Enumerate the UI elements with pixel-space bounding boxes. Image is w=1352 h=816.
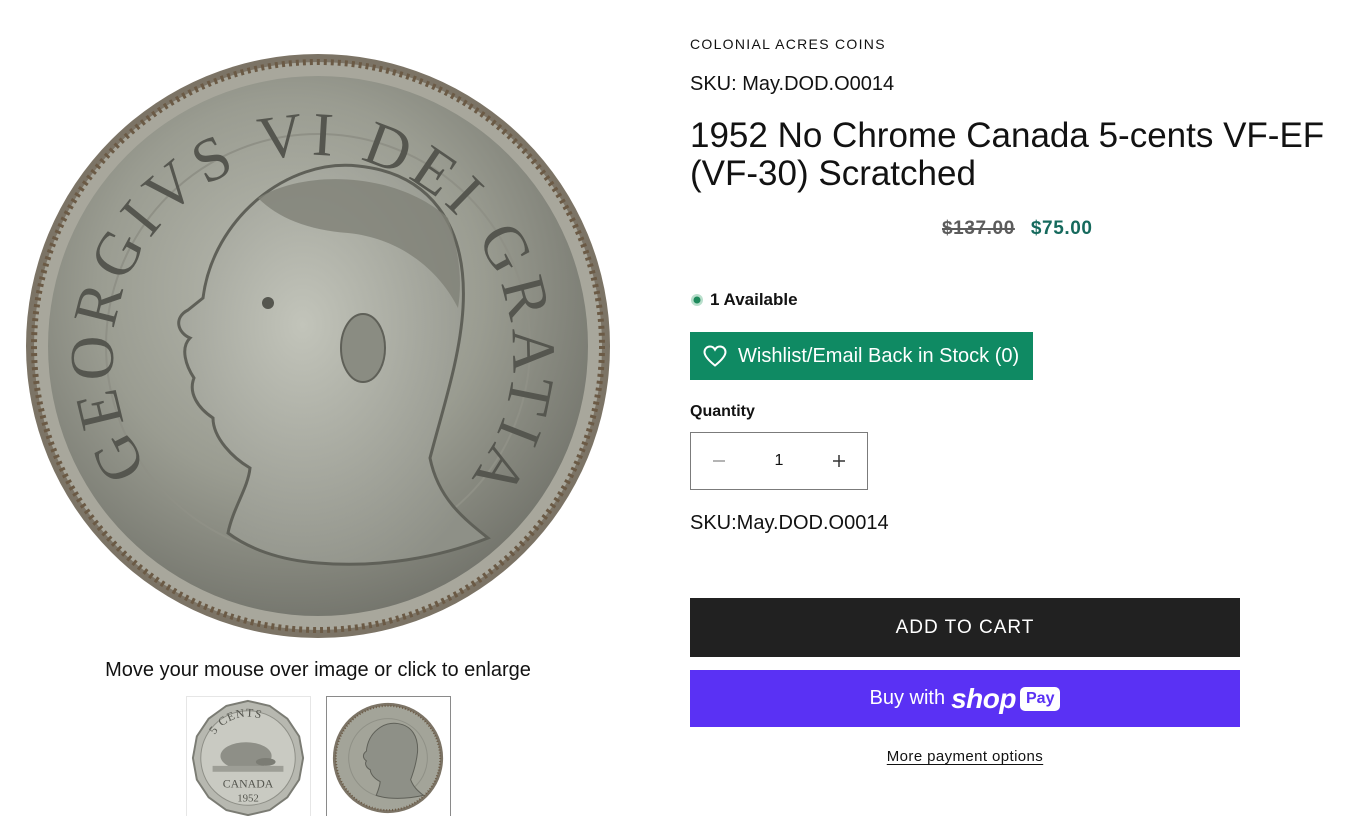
thumbnail-reverse[interactable]: 5 CENTS CANADA 1952	[186, 696, 311, 816]
product-gallery: GEORGIVS VI DEI GRATIA REX Move your mou…	[0, 0, 640, 816]
more-payment-options: More payment options	[690, 748, 1240, 766]
compare-at-price: $137.00	[942, 218, 1015, 239]
wishlist-button[interactable]: Wishlist/Email Back in Stock (0)	[690, 332, 1033, 380]
minus-icon	[713, 460, 725, 462]
heart-icon	[703, 345, 727, 367]
sale-price: $75.00	[1030, 218, 1093, 239]
quantity-increase-button[interactable]	[811, 433, 867, 489]
quantity-decrease-button[interactable]	[691, 433, 747, 489]
availability-status: 1 Available	[690, 290, 798, 310]
svg-text:1952: 1952	[237, 792, 259, 804]
add-to-cart-button[interactable]: ADD TO CART	[690, 598, 1240, 657]
shop-logo-word: shop	[951, 682, 1016, 714]
vendor-name: COLONIAL ACRES COINS	[690, 36, 886, 52]
pay-badge: Pay	[1020, 686, 1061, 711]
price-row: $137.00 $75.00	[942, 218, 1093, 240]
plus-icon	[833, 455, 845, 467]
more-payment-options-link[interactable]: More payment options	[887, 748, 1043, 765]
shop-pay-button[interactable]: Buy with shop Pay	[690, 670, 1240, 727]
quantity-stepper	[690, 432, 868, 490]
quantity-label: Quantity	[690, 403, 755, 420]
quantity-input[interactable]	[747, 433, 811, 489]
wishlist-label: Wishlist/Email Back in Stock (0)	[738, 344, 1020, 367]
main-product-image[interactable]: GEORGIVS VI DEI GRATIA REX	[18, 48, 618, 648]
in-stock-dot-icon	[691, 294, 703, 306]
sku-text: SKU: May.DOD.O0014	[690, 73, 895, 95]
svg-text:CANADA: CANADA	[223, 777, 274, 791]
zoom-hint: Move your mouse over image or click to e…	[105, 659, 531, 681]
thumbnail-obverse[interactable]	[326, 696, 451, 816]
buy-with-label: Buy with	[869, 687, 946, 709]
product-title: 1952 No Chrome Canada 5-cents VF-EF (VF-…	[690, 116, 1325, 193]
coin-obverse-thumbnail	[332, 702, 444, 814]
availability-label: 1 Available	[710, 290, 798, 309]
coin-obverse-image: GEORGIVS VI DEI GRATIA REX	[18, 48, 610, 638]
coin-reverse-thumbnail: 5 CENTS CANADA 1952	[191, 699, 305, 816]
sku-detail: SKU:May.DOD.O0014	[690, 512, 889, 534]
